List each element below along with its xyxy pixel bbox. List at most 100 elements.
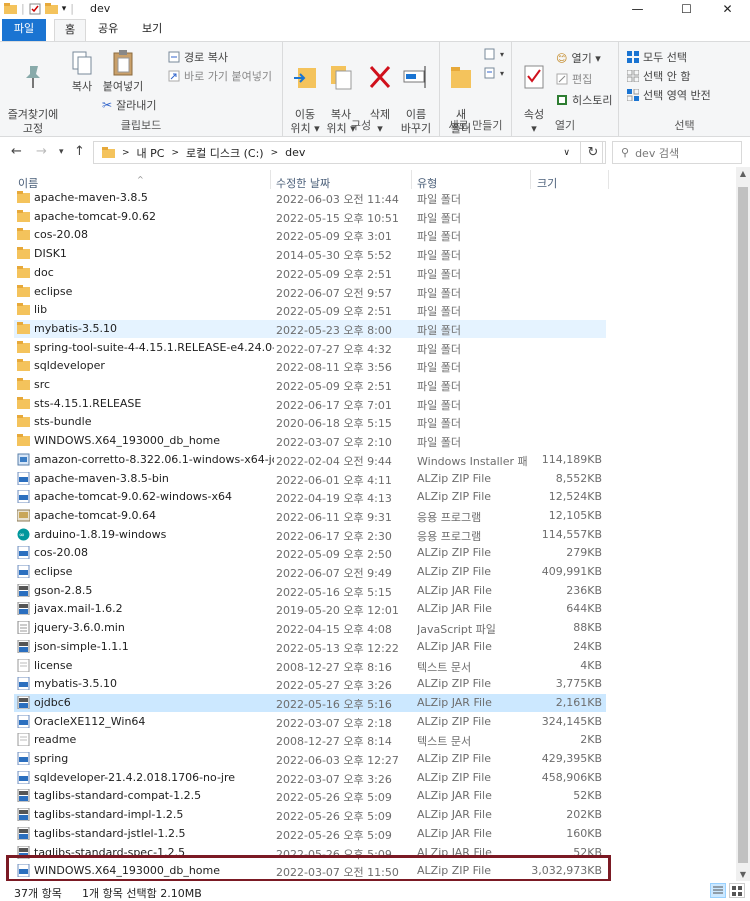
details-view-button[interactable] [710, 883, 726, 898]
properties-icon [524, 65, 544, 89]
search-placeholder: dev 검색 [635, 146, 680, 160]
file-row[interactable]: spring 2022-06-03 오후 12:27 ALZip ZIP File 4… [14, 750, 606, 768]
file-size: 12,105KB [548, 508, 602, 522]
tab-file[interactable]: 파일 [2, 19, 46, 41]
properties-icon[interactable] [29, 3, 41, 15]
file-name: mybatis-3.5.10 [34, 321, 118, 335]
vertical-scrollbar[interactable]: ▲ ▼ [736, 167, 750, 881]
file-row[interactable]: ∞ arduino-1.8.19-windows 2022-06-17 오후 2:3… [14, 526, 606, 544]
cut-button[interactable]: ✂ 잘라내기 [102, 97, 157, 113]
scroll-down-icon[interactable]: ▼ [736, 870, 750, 879]
select-all-button[interactable]: 모두 선택 [627, 49, 687, 65]
close-button[interactable]: ✕ [705, 0, 750, 17]
file-row[interactable]: license 2008-12-27 오후 8:16 텍스트 문서 4KB [14, 657, 606, 675]
file-row[interactable]: sts-bundle 2020-06-18 오후 5:15 파일 폴더 [14, 413, 606, 431]
tab-home[interactable]: 홈 [54, 19, 87, 41]
file-row[interactable]: apache-tomcat-9.0.62-windows-x64 2022-04-… [14, 488, 606, 506]
file-size: 429,395KB [541, 752, 602, 765]
file-row[interactable]: sqldeveloper-21.4.2.018.1706-no-jre 2022-… [14, 769, 606, 787]
maximize-button[interactable]: ☐ [664, 0, 709, 17]
scrollbar-thumb[interactable] [738, 187, 748, 863]
customize-quick-access-icon[interactable]: ▾ [62, 4, 67, 14]
paste-button[interactable]: 붙여넣기 [100, 48, 146, 94]
file-row[interactable]: javax.mail-1.6.2 2019-05-20 오후 12:01 ALZip… [14, 600, 606, 618]
file-row[interactable]: DISK1 2014-05-30 오후 5:52 파일 폴더 [14, 245, 606, 263]
highlight-box [6, 855, 611, 882]
open-label: 열기 ▾ [571, 52, 601, 65]
file-row[interactable]: amazon-corretto-8.322.06.1-windows-x64-j… [14, 451, 606, 469]
file-row[interactable]: OracleXE112_Win64 2022-03-07 오후 2:18 ALZip… [14, 713, 606, 731]
file-date: 2022-05-27 오후 3:26 [276, 679, 392, 693]
file-row[interactable]: apache-tomcat-9.0.64 2022-06-11 오후 9:31 응용… [14, 507, 606, 525]
file-row[interactable]: taglibs-standard-jstlel-1.2.5 2022-05-26 … [14, 825, 606, 843]
copy-button[interactable]: 복사 [64, 48, 100, 94]
file-row[interactable]: WINDOWS.X64_193000_db_home 2022-03-07 오후 … [14, 432, 606, 450]
history-button[interactable]: 히스토리 [556, 92, 612, 108]
file-row[interactable]: apache-tomcat-9.0.62 2022-05-15 오후 10:51 파… [14, 208, 606, 226]
address-bar-row: ← → ▾ ↑ > 내 PC > 로컬 디스크 (C:) > dev ∨ ↻ ⚲… [0, 137, 750, 167]
copy-path-button[interactable]: 경로 복사 [168, 49, 228, 65]
file-row[interactable]: ojdbc6 2022-05-16 오후 5:16 ALZip JAR File 2,… [14, 693, 606, 712]
file-row[interactable]: taglibs-standard-compat-1.2.5 2022-05-26 … [14, 787, 606, 805]
address-dropdown-icon[interactable]: ∨ [563, 148, 570, 158]
recent-locations-icon[interactable]: ▾ [59, 147, 64, 157]
file-name: src [34, 378, 51, 391]
file-row[interactable]: apache-maven-3.8.5 2022-06-03 오전 11:44 파일 … [14, 189, 606, 207]
open-button[interactable]: 😊 열기 ▾ [556, 50, 601, 66]
tab-share[interactable]: 공유 [88, 19, 128, 41]
refresh-icon: ↻ [587, 145, 599, 160]
file-row[interactable]: spring-tool-suite-4-4.15.1.RELEASE-e4.24… [14, 339, 606, 357]
file-row[interactable]: taglibs-standard-impl-1.2.5 2022-05-26 오후… [14, 806, 606, 824]
edit-button[interactable]: 편집 [556, 71, 592, 87]
file-row[interactable]: sts-4.15.1.RELEASE 2022-06-17 오후 7:01 파일 폴… [14, 395, 606, 413]
large-icons-view-button[interactable] [729, 883, 745, 898]
file-row[interactable]: src 2022-05-09 오후 2:51 파일 폴더 [14, 376, 606, 394]
file-row[interactable]: jquery-3.6.0.min 2022-04-15 오후 4:08 JavaSc… [14, 619, 606, 637]
file-row[interactable]: doc 2022-05-09 오후 2:51 파일 폴더 [14, 264, 606, 282]
folder-icon [4, 3, 17, 14]
file-row[interactable]: eclipse 2022-06-07 오전 9:57 파일 폴더 [14, 283, 606, 301]
zip-icon [17, 565, 30, 578]
file-row[interactable]: gson-2.8.5 2022-05-16 오후 5:15 ALZip JAR Fi… [14, 582, 606, 600]
file-row[interactable]: lib 2022-05-09 오후 2:51 파일 폴더 [14, 301, 606, 319]
file-row[interactable]: sqldeveloper 2022-08-11 오후 3:56 파일 폴더 [14, 357, 606, 375]
back-arrow-icon[interactable]: ← [11, 144, 22, 159]
breadcrumb-item-dev[interactable]: dev [285, 146, 305, 159]
file-name: sqldeveloper [34, 359, 105, 373]
file-row[interactable]: cos-20.08 2022-05-09 오후 3:01 파일 폴더 [14, 226, 606, 244]
easy-access-button[interactable]: ▾ [484, 67, 504, 79]
status-bar: 37개 항목 1개 항목 선택함 2.10MB [0, 881, 750, 901]
new-item-button[interactable]: ▾ [484, 48, 504, 60]
minimize-button[interactable]: — [615, 0, 660, 17]
folder-icon [17, 303, 30, 316]
breadcrumb[interactable]: > 내 PC > 로컬 디스크 (C:) > dev ∨ [93, 141, 603, 164]
forward-arrow-icon[interactable]: → [36, 144, 47, 159]
file-type: 파일 폴더 [417, 436, 461, 450]
file-row[interactable]: cos-20.08 2022-05-09 오후 2:50 ALZip ZIP Fil… [14, 544, 606, 562]
cut-label: 잘라내기 [116, 99, 157, 112]
search-box[interactable]: ⚲ dev 검색 [612, 141, 742, 164]
up-arrow-icon[interactable]: ↑ [74, 144, 85, 159]
file-date: 2022-05-26 오후 5:09 [276, 791, 392, 805]
open-group-label: 열기 [554, 119, 576, 132]
breadcrumb-item-drive[interactable]: 로컬 디스크 (C:) [186, 145, 264, 161]
paste-shortcut-button[interactable]: 바로 가기 붙여넣기 [168, 68, 272, 84]
tab-view[interactable]: 보기 [132, 19, 172, 41]
breadcrumb-item-pc[interactable]: 내 PC [137, 145, 165, 161]
invert-selection-button[interactable]: 선택 영역 반전 [627, 87, 711, 103]
refresh-button[interactable]: ↻ [580, 141, 606, 164]
select-none-button[interactable]: 선택 안 함 [627, 68, 690, 84]
file-row[interactable]: eclipse 2022-06-07 오전 9:49 ALZip ZIP File 4… [14, 563, 606, 581]
file-row[interactable]: readme 2008-12-27 오후 8:14 텍스트 문서 2KB [14, 731, 606, 749]
file-row[interactable]: apache-maven-3.8.5-bin 2022-06-01 오후 4:11… [14, 470, 606, 488]
file-date: 2019-05-20 오후 12:01 [276, 604, 399, 618]
scroll-up-icon[interactable]: ▲ [736, 169, 750, 178]
file-date: 2022-06-01 오후 4:11 [276, 473, 392, 487]
file-date: 2022-02-04 오전 9:44 [276, 454, 392, 468]
text-icon [17, 658, 30, 672]
new-folder-icon[interactable] [44, 3, 58, 14]
pin-icon [26, 66, 40, 88]
file-row[interactable]: json-simple-1.1.1 2022-05-13 오후 12:22 ALZi… [14, 638, 606, 656]
file-row[interactable]: mybatis-3.5.10 2022-05-23 오후 8:00 파일 폴더 [14, 319, 606, 338]
file-row[interactable]: mybatis-3.5.10 2022-05-27 오후 3:26 ALZip ZI… [14, 675, 606, 693]
